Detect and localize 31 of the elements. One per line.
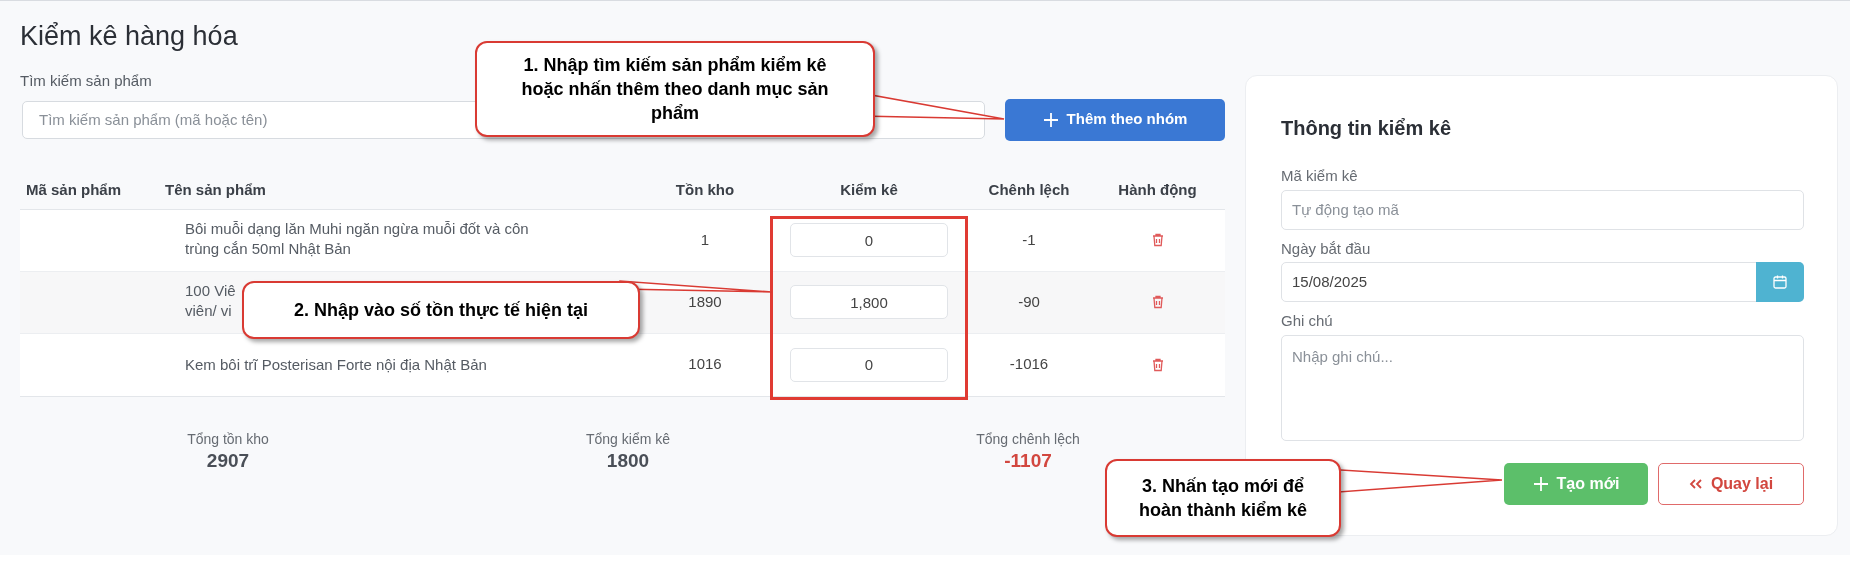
difference-cell: -1016	[1009, 355, 1049, 373]
field-label: Ghi chú	[1281, 311, 1334, 331]
date-value: 15/08/2025	[1291, 271, 1369, 292]
difference-cell: -1	[1022, 230, 1036, 248]
search-label: Tìm kiếm sản phẩm	[20, 71, 152, 91]
stock-cell: 1890	[688, 292, 722, 310]
column-header: Kiểm kê	[840, 181, 898, 199]
total-value: 1800	[606, 449, 650, 472]
total-label: Tổng tồn kho	[187, 429, 269, 449]
field-label: Ngày bắt đầu	[1281, 238, 1372, 259]
total-label: Tổng chênh lệch	[976, 429, 1080, 449]
stock-cell: 1	[700, 230, 710, 248]
product-name: Bôi muỗi dạng lăn Muhi ngăn ngừa muỗi đốt và côn trùng cắn 50ml Nhật Bản	[185, 219, 530, 259]
difference-cell: -90	[1018, 292, 1040, 310]
column-header: Mã sản phẩm	[26, 181, 122, 199]
page-title: Kiểm kê hàng hóa	[20, 20, 239, 53]
callout-note: 3. Nhấn tạo mới để hoàn thành kiểm kê	[1105, 459, 1341, 537]
total-value: -1107	[1004, 449, 1052, 472]
column-header: Hành động	[1118, 181, 1197, 199]
callout-note: 1. Nhập tìm kiếm sản phẩm kiểm kê hoặc nhấn thêm theo danh mục sản phẩm	[475, 41, 875, 137]
product-name: 100 Viê viên/ vi	[185, 281, 236, 321]
callout-note: 2. Nhập vào số tồn thực tế hiện tại	[242, 281, 640, 339]
product-name: Kem bôi trĩ Posterisan Forte nội địa Nhật Bản	[185, 354, 487, 375]
stock-cell: 1016	[688, 355, 722, 373]
card-title: Thông tin kiểm kê	[1281, 116, 1453, 141]
column-header: Tên sản phẩm	[165, 181, 266, 199]
column-header: Tồn kho	[675, 181, 735, 199]
total-value: 2907	[206, 449, 250, 472]
column-header: Chênh lệch	[988, 181, 1070, 199]
total-label: Tổng kiểm kê	[585, 429, 670, 449]
field-label: Mã kiểm kê	[1281, 166, 1359, 186]
